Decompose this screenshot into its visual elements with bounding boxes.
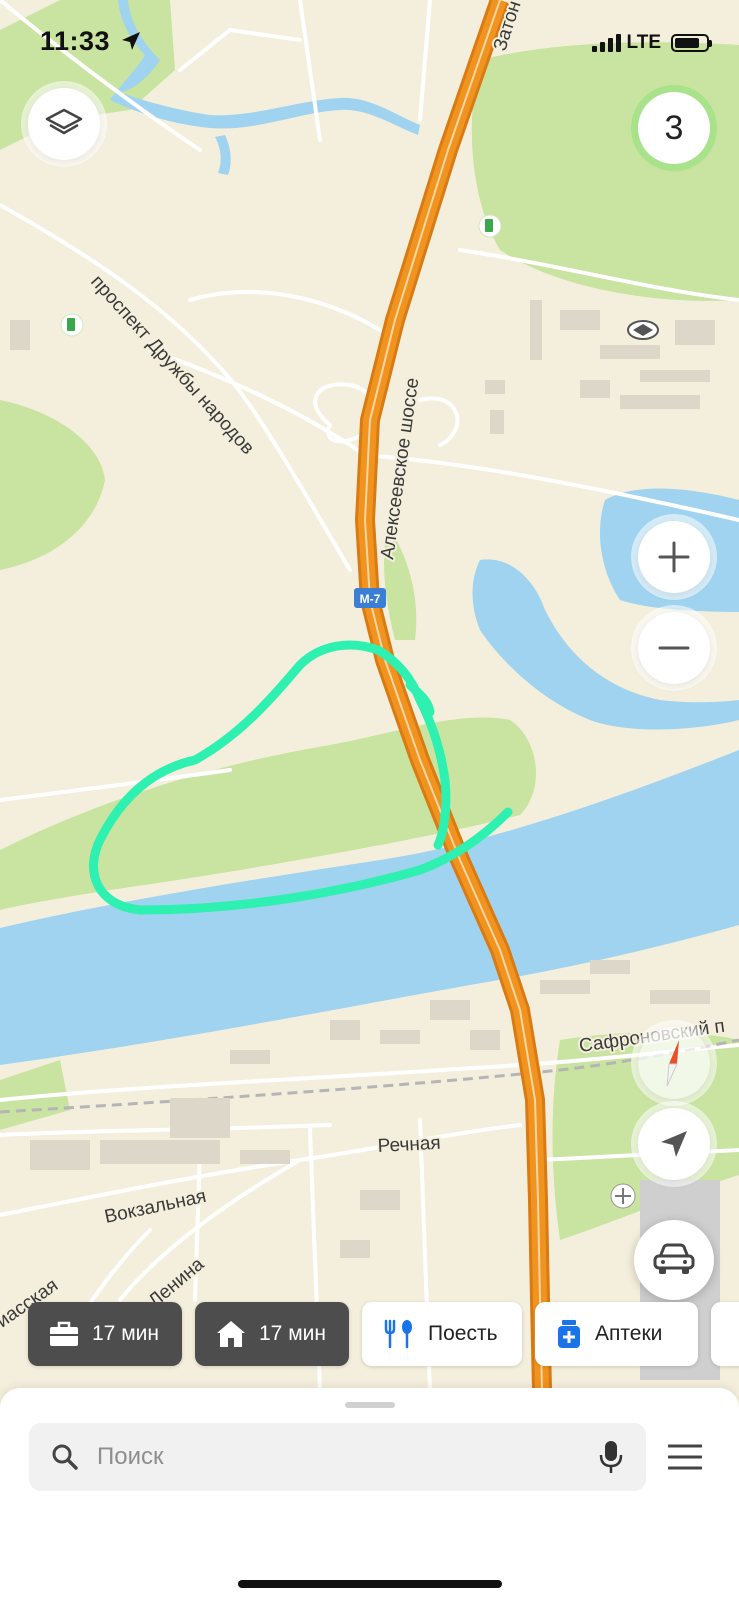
transport-mode-button[interactable] [634, 1220, 714, 1300]
plus-icon [658, 541, 690, 573]
home-route-time: 17 мин [259, 1322, 326, 1345]
status-time: 11:33 [40, 26, 111, 56]
car-icon [653, 1243, 695, 1274]
work-route-time: 17 мин [92, 1322, 159, 1345]
food-icon [384, 1319, 412, 1349]
cellular-signal-icon [591, 34, 621, 52]
fuel-station-icon[interactable] [60, 313, 84, 337]
food-category-label: Поесть [428, 1322, 498, 1345]
compass-icon [666, 1040, 679, 1087]
search-bar[interactable]: Поиск [29, 1423, 646, 1491]
home-indicator [238, 1580, 502, 1588]
zoom-out-button[interactable] [638, 612, 710, 684]
pharmacy-category-chip[interactable]: Аптеки [535, 1302, 698, 1366]
location-services-icon [122, 32, 140, 50]
route-shield-label: М-7 [360, 592, 381, 606]
car-dealer-icon[interactable] [627, 320, 659, 340]
home-icon [217, 1321, 245, 1347]
search-icon [52, 1444, 78, 1470]
location-arrow-icon [661, 1131, 687, 1157]
poi-icon[interactable] [610, 1183, 636, 1209]
zoom-in-button[interactable] [638, 521, 710, 593]
traffic-level: 3 [664, 108, 684, 147]
network-type: LTE [626, 32, 661, 53]
bottom-sheet: Поиск [0, 1388, 739, 1600]
food-category-chip[interactable]: Поесть [362, 1302, 522, 1366]
battery-icon [671, 34, 712, 52]
menu-icon[interactable] [668, 1444, 702, 1470]
status-indicators: LTE [591, 32, 712, 54]
quick-actions: 17 мин 17 мин Поесть Аптеки [28, 1302, 739, 1366]
map-label-rechnaya: Речная [377, 1133, 441, 1157]
briefcase-icon [50, 1321, 78, 1346]
microphone-icon[interactable] [598, 1439, 624, 1475]
work-route-chip[interactable]: 17 мин [28, 1302, 182, 1366]
search-placeholder: Поиск [97, 1443, 164, 1470]
route-shield: М-7 [354, 588, 386, 608]
pharmacy-category-label: Аптеки [595, 1322, 663, 1345]
layers-icon [45, 108, 83, 135]
more-categories-chip[interactable] [711, 1302, 739, 1366]
fuel-station-icon[interactable] [478, 214, 502, 238]
my-location-button[interactable] [638, 1108, 710, 1180]
sheet-grabber[interactable] [345, 1402, 395, 1408]
minus-icon [658, 646, 690, 650]
layers-button[interactable] [28, 88, 100, 160]
home-route-chip[interactable]: 17 мин [195, 1302, 349, 1366]
traffic-level-button[interactable]: 3 [638, 92, 710, 164]
compass-button[interactable] [638, 1027, 710, 1099]
pharmacy-icon [558, 1320, 580, 1348]
